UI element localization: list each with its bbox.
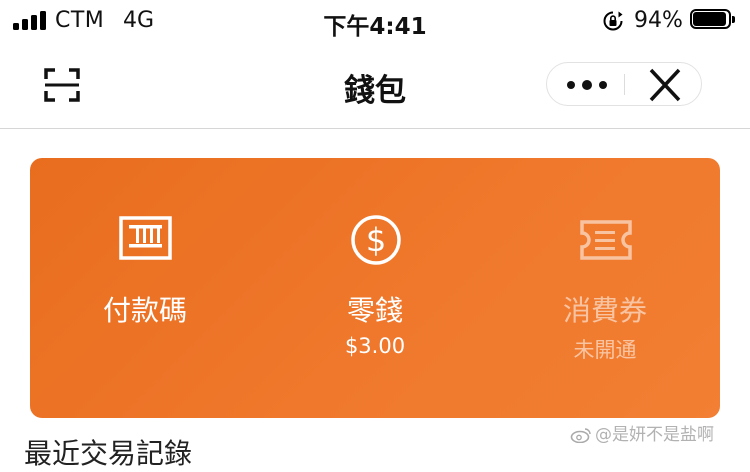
capsule-divider	[624, 74, 625, 95]
consumption-voucher-entry[interactable]: 消費券 未開通	[490, 158, 720, 418]
navigation-bar: 錢包	[0, 42, 750, 129]
wallet-card: 付款碼 $ 零錢 $3.00 消費券 未開通	[30, 158, 720, 418]
rotation-lock-icon	[603, 11, 623, 31]
ticket-icon	[580, 220, 632, 260]
watermark: @是妍不是盐啊	[570, 420, 714, 445]
dollar-coin-icon: $	[351, 215, 401, 265]
battery-percent: 94%	[634, 8, 683, 33]
change-balance-entry[interactable]: $ 零錢 $3.00	[260, 158, 490, 418]
payment-code-label: 付款碼	[102, 294, 187, 327]
payment-code-entry[interactable]: 付款碼	[30, 158, 260, 418]
voucher-label: 消費券	[562, 294, 647, 327]
voucher-status: 未開通	[573, 338, 637, 362]
weibo-logo-icon	[570, 428, 591, 443]
battery-icon	[690, 9, 736, 31]
watermark-text: @是妍不是盐啊	[595, 425, 714, 445]
svg-text:$: $	[366, 221, 386, 259]
payment-code-icon	[119, 216, 172, 260]
recent-transactions-heading: 最近交易記錄	[24, 437, 193, 470]
status-bar: CTM 4G 下午4:41 94%	[0, 0, 750, 42]
change-label: 零錢	[346, 294, 403, 327]
more-dots-icon[interactable]	[547, 63, 625, 105]
change-balance: $3.00	[344, 334, 406, 358]
close-icon[interactable]	[637, 67, 693, 103]
mini-program-capsule	[546, 62, 702, 106]
